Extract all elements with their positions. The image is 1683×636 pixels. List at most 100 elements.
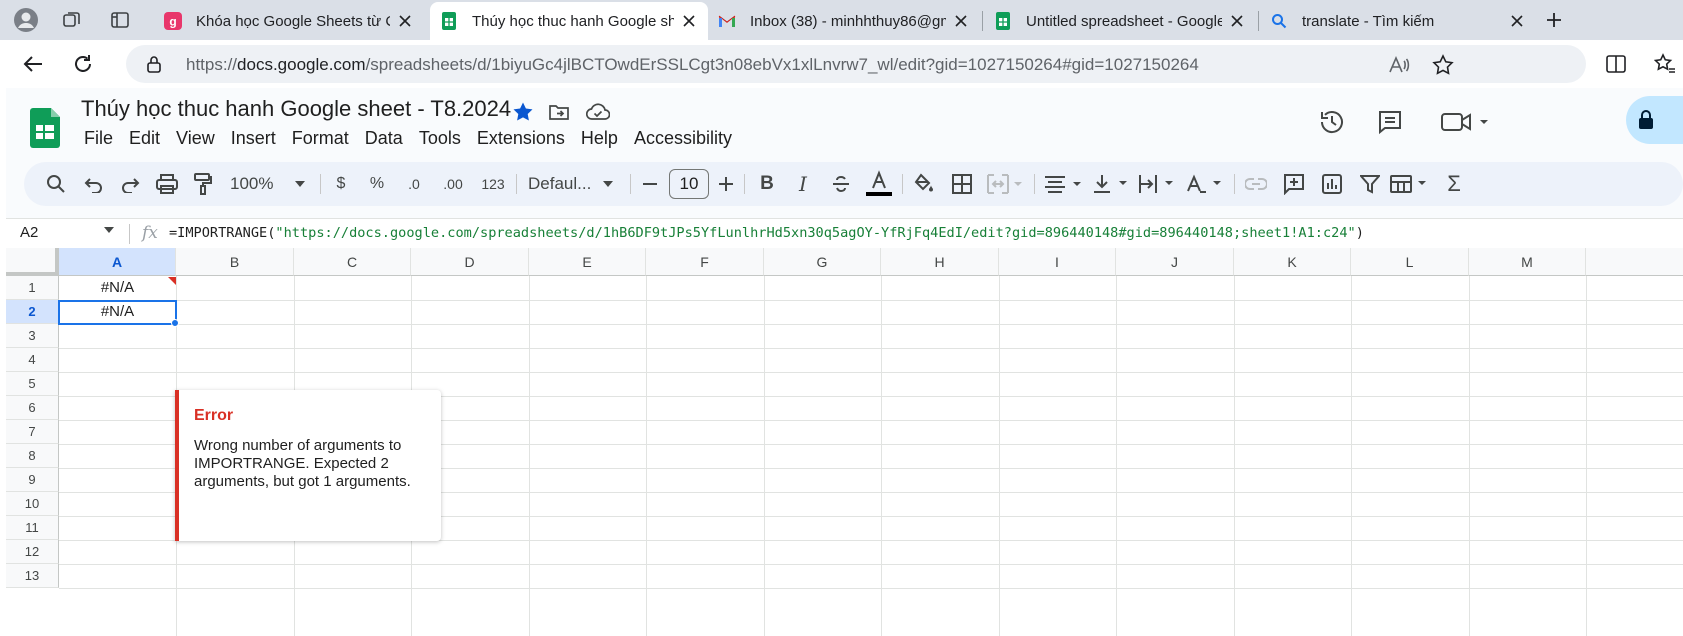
column-header-f[interactable]: F [646, 248, 764, 276]
comments-icon[interactable] [1374, 106, 1406, 138]
insert-chart-icon[interactable] [1320, 172, 1344, 196]
column-header-c[interactable]: C [294, 248, 411, 276]
menu-edit[interactable]: Edit [121, 126, 168, 148]
currency-format-button[interactable]: $ [330, 172, 352, 196]
decrease-font-size-icon[interactable] [640, 172, 660, 196]
back-arrow-icon[interactable] [18, 49, 48, 79]
menu-view[interactable]: View [168, 126, 223, 148]
menu-help[interactable]: Help [573, 126, 626, 148]
text-rotation-icon[interactable] [1186, 172, 1226, 196]
fill-handle[interactable] [171, 319, 179, 327]
star-icon[interactable] [511, 100, 535, 124]
search-menus-icon[interactable] [44, 172, 68, 196]
column-header-d[interactable]: D [411, 248, 529, 276]
meet-camera-icon[interactable] [1438, 106, 1492, 138]
close-icon[interactable] [1508, 12, 1526, 30]
strikethrough-icon[interactable] [830, 172, 852, 196]
insert-comment-icon[interactable] [1282, 172, 1306, 196]
column-header-h[interactable]: H [881, 248, 999, 276]
row-header-10[interactable]: 10 [6, 492, 59, 516]
bold-icon[interactable]: B [756, 172, 778, 196]
close-icon[interactable] [952, 12, 970, 30]
favorite-star-icon[interactable] [1432, 54, 1454, 76]
formula-input[interactable]: =IMPORTRANGE("https://docs.google.com/sp… [169, 225, 1364, 241]
reload-icon[interactable] [68, 49, 98, 79]
address-bar[interactable]: https://docs.google.com/spreadsheets/d/1… [126, 45, 1586, 83]
italic-icon[interactable]: I [792, 172, 814, 196]
new-tab-icon[interactable] [1540, 6, 1568, 34]
version-history-icon[interactable] [1316, 106, 1348, 138]
column-header-i[interactable]: I [999, 248, 1116, 276]
share-button[interactable] [1626, 96, 1683, 144]
row-header-3[interactable]: 3 [6, 324, 59, 348]
row-header-9[interactable]: 9 [6, 468, 59, 492]
tab-untitled-spreadsheet[interactable]: Untitled spreadsheet - Google Sh [984, 2, 1256, 40]
menu-accessibility[interactable]: Accessibility [626, 126, 740, 148]
menu-file[interactable]: File [76, 126, 121, 148]
column-header-b[interactable]: B [176, 248, 294, 276]
functions-sigma-icon[interactable]: Σ [1442, 171, 1466, 196]
row-header-13[interactable]: 13 [6, 564, 59, 588]
menu-insert[interactable]: Insert [223, 126, 284, 148]
create-filter-icon[interactable] [1358, 172, 1382, 196]
filter-views-icon[interactable] [1390, 172, 1430, 196]
column-header-e[interactable]: E [529, 248, 646, 276]
increase-font-size-icon[interactable] [716, 172, 736, 196]
font-size-input[interactable]: 10 [669, 169, 709, 199]
sheets-logo-icon[interactable] [30, 108, 60, 148]
menu-format[interactable]: Format [284, 126, 357, 148]
redo-icon[interactable] [118, 172, 142, 196]
column-header-a[interactable]: A [59, 248, 176, 276]
row-header-4[interactable]: 4 [6, 348, 59, 372]
percent-format-button[interactable]: % [366, 172, 388, 196]
text-wrapping-icon[interactable] [1138, 172, 1178, 196]
error-indicator-flag[interactable] [168, 277, 176, 285]
undo-icon[interactable] [82, 172, 106, 196]
name-box[interactable]: A2 [20, 224, 38, 241]
tab-translate-search[interactable]: translate - Tìm kiếm [1260, 2, 1536, 40]
fill-color-icon[interactable] [912, 172, 936, 196]
profile-avatar-icon[interactable] [12, 6, 40, 34]
row-header-12[interactable]: 12 [6, 540, 59, 564]
document-title[interactable]: Thúy học thuc hanh Google sheet - T8.202… [81, 96, 511, 122]
favorites-icon[interactable] [1650, 49, 1680, 79]
cell-a1[interactable]: #N/A [59, 279, 176, 296]
row-header-8[interactable]: 8 [6, 444, 59, 468]
split-screen-icon[interactable] [1601, 49, 1631, 79]
row-header-6[interactable]: 6 [6, 396, 59, 420]
workspaces-icon[interactable] [58, 6, 86, 34]
merge-cells-icon[interactable] [986, 172, 1024, 196]
row-header-7[interactable]: 7 [6, 420, 59, 444]
column-header-j[interactable]: J [1116, 248, 1234, 276]
increase-decimal-button[interactable]: .00 [436, 172, 470, 196]
row-header-1[interactable]: 1 [6, 276, 59, 300]
row-header-11[interactable]: 11 [6, 516, 59, 540]
move-to-folder-icon[interactable] [547, 100, 571, 124]
insert-link-icon[interactable] [1244, 172, 1268, 196]
menu-data[interactable]: Data [357, 126, 411, 148]
tab-thuy-sheet[interactable]: Thúy học thuc hanh Google sheet [430, 2, 708, 40]
paint-format-icon[interactable] [191, 172, 215, 196]
print-icon[interactable] [155, 172, 179, 196]
close-icon[interactable] [1228, 12, 1246, 30]
horizontal-align-icon[interactable] [1044, 172, 1084, 196]
menu-extensions[interactable]: Extensions [469, 126, 573, 148]
vertical-tabs-icon[interactable] [106, 6, 134, 34]
borders-icon[interactable] [950, 172, 974, 196]
close-icon[interactable] [396, 12, 414, 30]
more-formats-button[interactable]: 123 [478, 172, 508, 196]
column-header-k[interactable]: K [1234, 248, 1351, 276]
zoom-select[interactable]: 100% [230, 172, 310, 196]
column-header-g[interactable]: G [764, 248, 881, 276]
cloud-saved-icon[interactable] [586, 100, 610, 124]
tab-gmail-inbox[interactable]: Inbox (38) - minhhthuy86@gmail [708, 2, 980, 40]
row-header-5[interactable]: 5 [6, 372, 59, 396]
select-all-corner[interactable] [6, 248, 59, 276]
close-icon[interactable] [680, 12, 698, 30]
column-header-m[interactable]: M [1469, 248, 1586, 276]
column-header-n[interactable] [1586, 248, 1683, 276]
menu-tools[interactable]: Tools [411, 126, 469, 148]
lock-icon[interactable] [146, 55, 162, 73]
column-header-l[interactable]: L [1351, 248, 1469, 276]
decrease-decimal-button[interactable]: .0 [399, 172, 429, 196]
